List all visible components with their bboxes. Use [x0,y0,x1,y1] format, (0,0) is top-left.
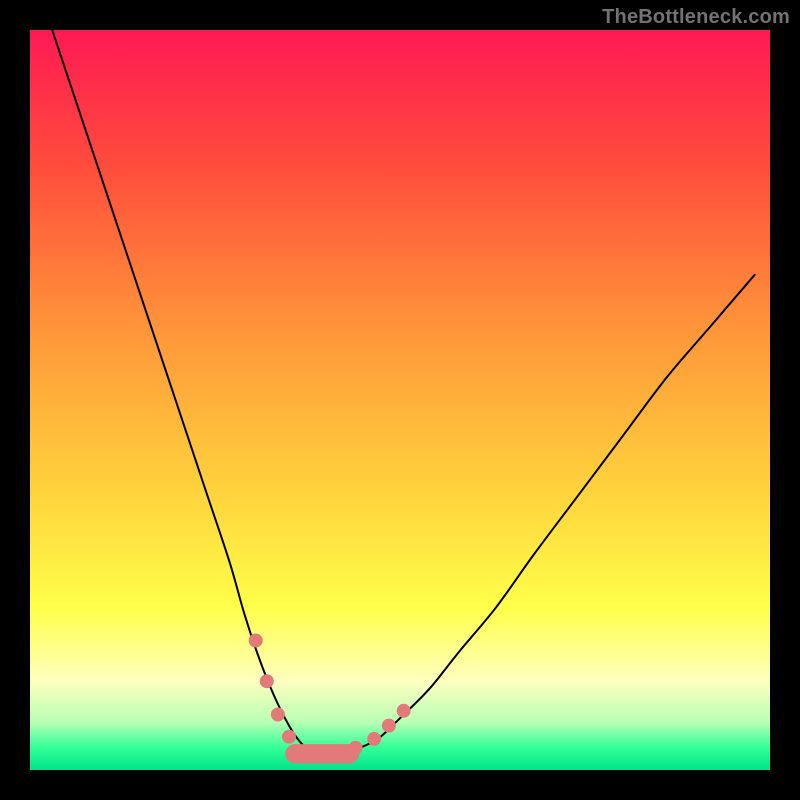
highlight-dot [282,730,296,744]
highlight-bar [285,744,359,763]
watermark-label: TheBottleneck.com [602,6,790,29]
highlight-dot [260,674,274,688]
highlight-dot [382,719,396,733]
highlight-dot [367,732,381,746]
bottleneck-chart [0,0,800,800]
chart-frame: TheBottleneck.com [0,0,800,800]
highlight-dot [271,708,285,722]
gradient-background [30,30,770,770]
highlight-dot [249,634,263,648]
highlight-dot [397,704,411,718]
